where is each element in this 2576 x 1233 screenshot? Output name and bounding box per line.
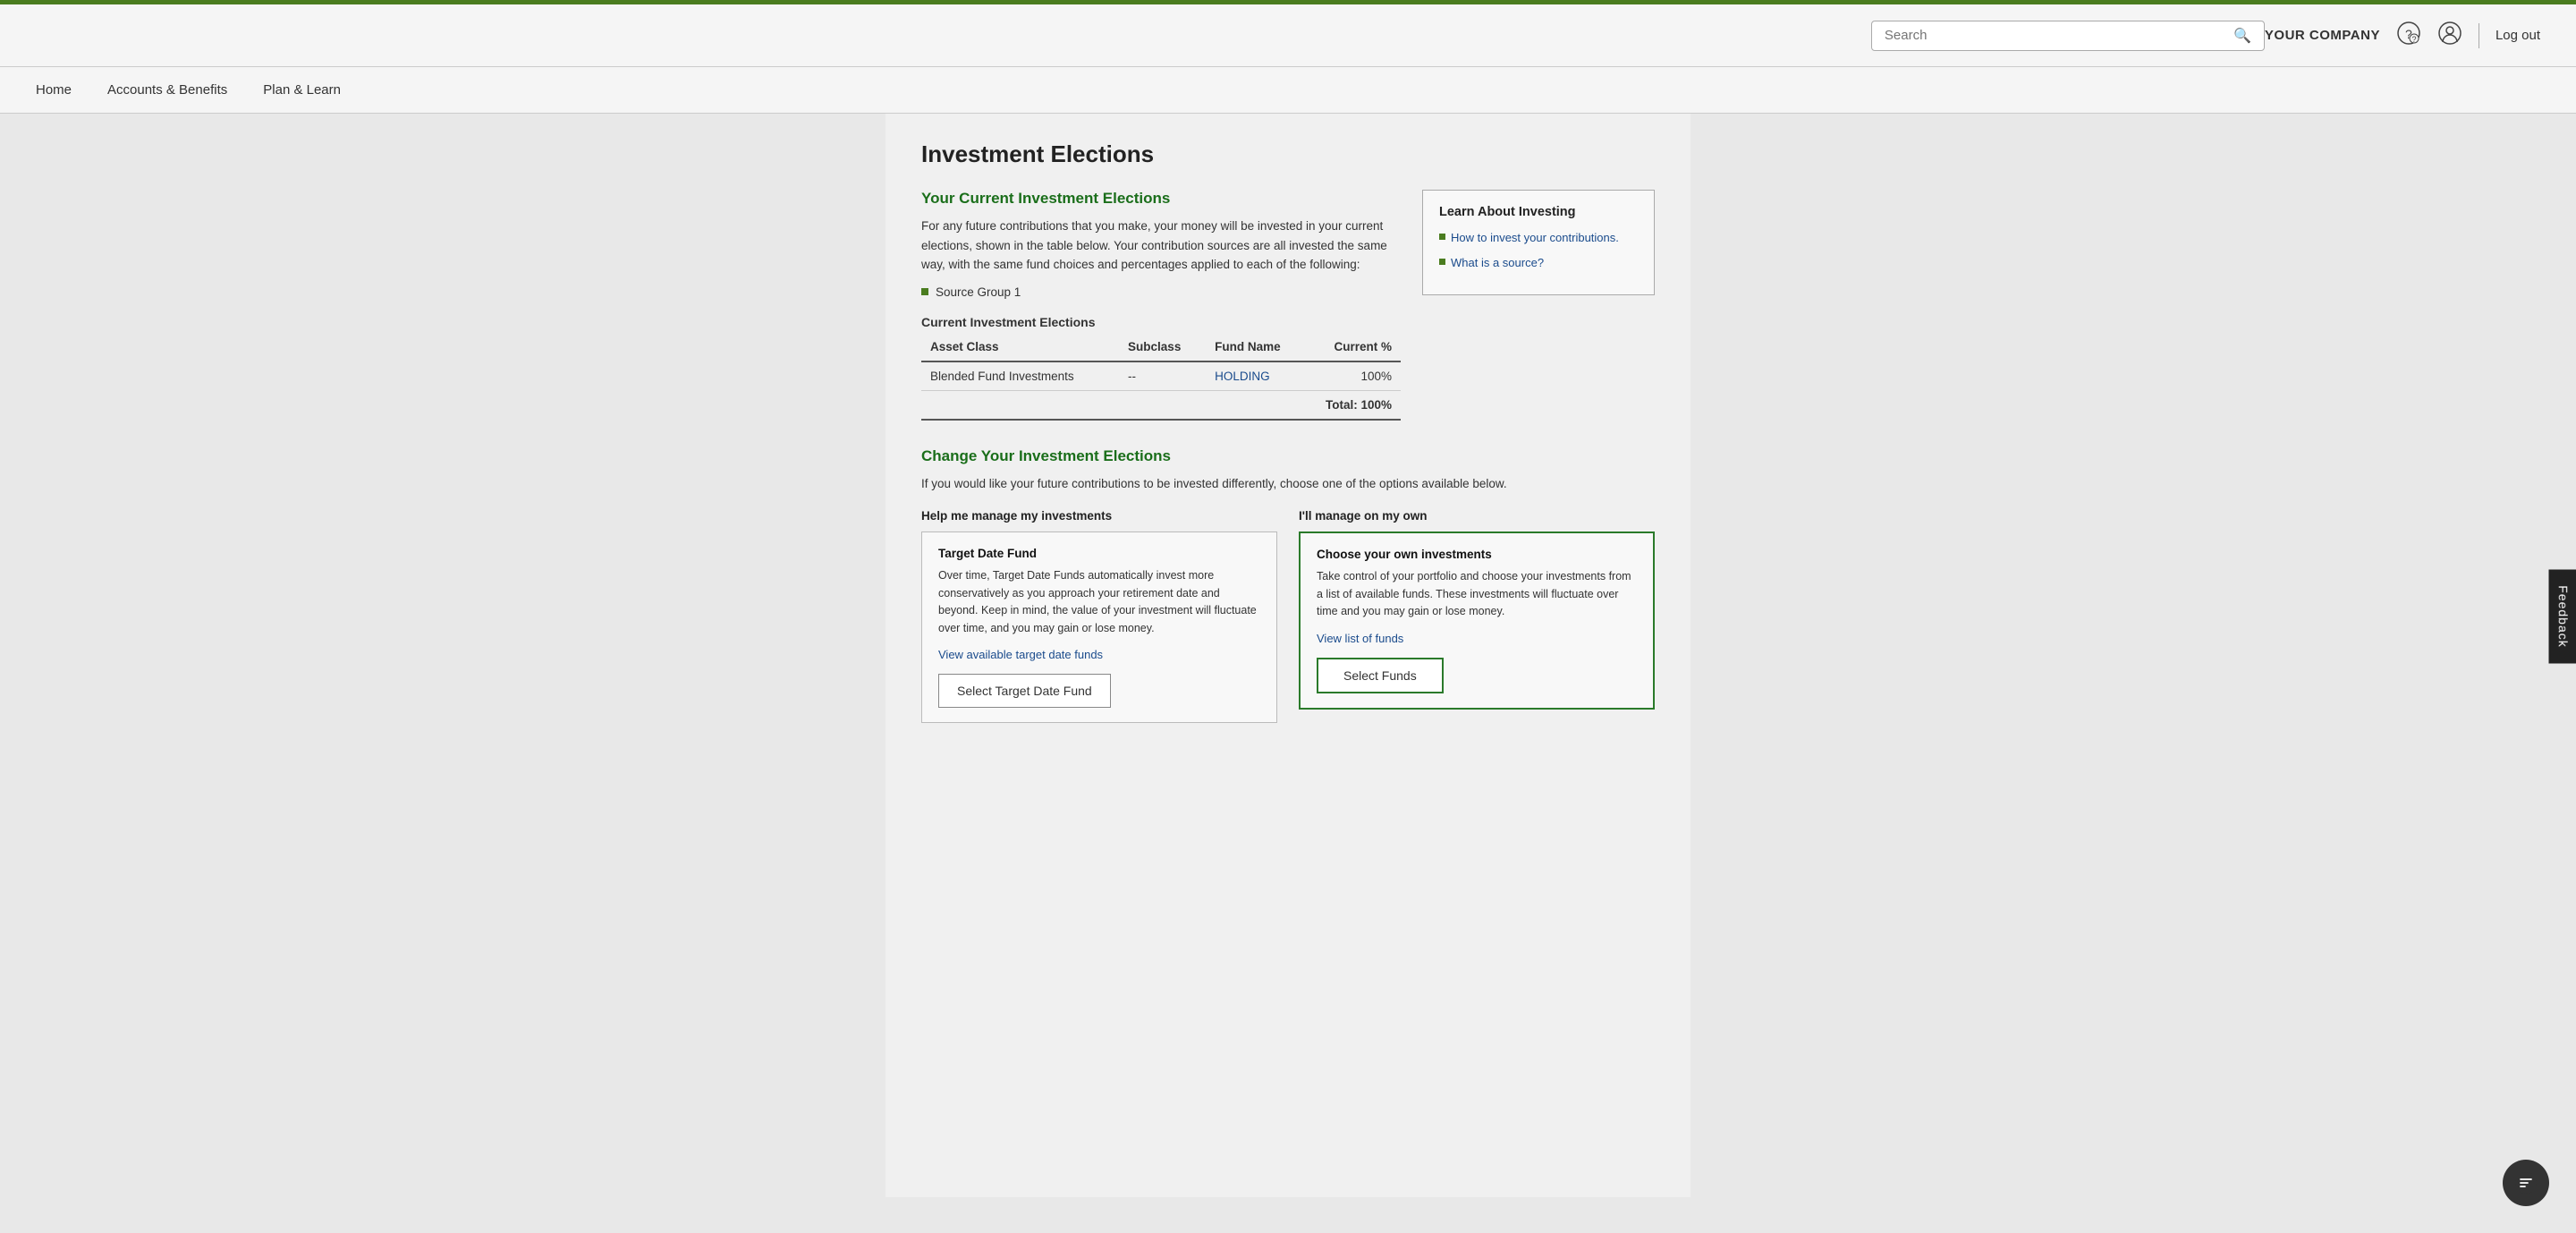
select-funds-button[interactable]: Select Funds xyxy=(1317,658,1444,693)
right-col: I'll manage on my own Choose your own in… xyxy=(1299,509,1655,723)
cell-current-pct: 100% xyxy=(1309,361,1401,391)
page-title: Investment Elections xyxy=(921,140,1655,168)
cell-asset-class: Blended Fund Investments xyxy=(921,361,1119,391)
sidebar-col: Learn About Investing How to invest your… xyxy=(1422,190,1655,295)
nav-bar: Home Accounts & Benefits Plan & Learn xyxy=(0,67,2576,114)
company-name: YOUR COMPANY xyxy=(2265,28,2380,43)
nav-plan-learn[interactable]: Plan & Learn xyxy=(263,79,341,101)
target-date-card: Target Date Fund Over time, Target Date … xyxy=(921,531,1277,723)
nav-accounts-benefits[interactable]: Accounts & Benefits xyxy=(107,79,227,101)
search-container: 🔍 xyxy=(1871,21,2265,51)
current-elections-heading: Your Current Investment Elections xyxy=(921,190,1401,208)
fund-link[interactable]: HOLDING xyxy=(1215,370,1270,383)
change-heading: Change Your Investment Elections xyxy=(921,447,1655,465)
sidebar-link-item-2: What is a source? xyxy=(1439,255,1638,271)
source-group: Source Group 1 xyxy=(921,285,1401,299)
change-section: Change Your Investment Elections If you … xyxy=(921,447,1655,723)
top-bar-right: YOUR COMPANY ? ? Log ou xyxy=(2265,21,2540,51)
total-row: Total: 100% xyxy=(921,390,1401,420)
target-date-description: Over time, Target Date Funds automatical… xyxy=(938,567,1260,637)
cards-row: Help me manage my investments Target Dat… xyxy=(921,509,1655,723)
current-elections-description: For any future contributions that you ma… xyxy=(921,217,1401,275)
sidebar-link-item-1: How to invest your contributions. xyxy=(1439,230,1638,246)
feedback-tab[interactable]: Feedback xyxy=(2548,569,2576,663)
col-fund-name: Fund Name xyxy=(1206,333,1308,361)
top-section-row: Your Current Investment Elections For an… xyxy=(921,190,1655,421)
search-input[interactable] xyxy=(1885,28,2228,43)
target-date-heading: Target Date Fund xyxy=(938,547,1260,560)
left-col: Help me manage my investments Target Dat… xyxy=(921,509,1277,723)
chat-bubble[interactable] xyxy=(2503,1160,2549,1206)
total-label: Total: 100% xyxy=(921,390,1401,420)
col-subclass: Subclass xyxy=(1119,333,1206,361)
sidebar-title: Learn About Investing xyxy=(1439,205,1638,219)
own-investments-card: Choose your own investments Take control… xyxy=(1299,531,1655,709)
main-wrapper: Investment Elections Your Current Invest… xyxy=(0,114,2576,1233)
top-bar: 🔍 YOUR COMPANY ? ? xyxy=(0,4,2576,67)
search-icon: 🔍 xyxy=(2233,27,2251,45)
investment-table: Asset Class Subclass Fund Name Current %… xyxy=(921,333,1401,421)
help-icon: ? ? xyxy=(2396,21,2421,51)
sidebar-bullet-1 xyxy=(1439,234,1445,240)
content-panel: Investment Elections Your Current Invest… xyxy=(886,114,1690,1197)
select-target-date-fund-button[interactable]: Select Target Date Fund xyxy=(938,674,1111,708)
source-bullet xyxy=(921,288,928,295)
right-col-label: I'll manage on my own xyxy=(1299,509,1655,523)
col-asset-class: Asset Class xyxy=(921,333,1119,361)
view-list-of-funds-link[interactable]: View list of funds xyxy=(1317,632,1637,645)
cell-subclass: -- xyxy=(1119,361,1206,391)
user-profile-button[interactable] xyxy=(2437,21,2462,51)
help-button[interactable]: ? ? xyxy=(2396,21,2421,51)
sidebar-link-2[interactable]: What is a source? xyxy=(1451,255,1544,271)
change-description: If you would like your future contributi… xyxy=(921,474,1655,494)
logout-button[interactable]: Log out xyxy=(2496,28,2540,43)
nav-home[interactable]: Home xyxy=(36,79,72,101)
view-target-date-funds-link[interactable]: View available target date funds xyxy=(938,648,1260,661)
current-elections-main: Your Current Investment Elections For an… xyxy=(921,190,1401,421)
sidebar-bullet-2 xyxy=(1439,259,1445,265)
own-investments-heading: Choose your own investments xyxy=(1317,548,1637,561)
sidebar-box: Learn About Investing How to invest your… xyxy=(1422,190,1655,295)
sidebar-link-1[interactable]: How to invest your contributions. xyxy=(1451,230,1619,246)
table-row: Blended Fund Investments -- HOLDING 100% xyxy=(921,361,1401,391)
own-investments-description: Take control of your portfolio and choos… xyxy=(1317,568,1637,620)
col-current-pct: Current % xyxy=(1309,333,1401,361)
svg-text:?: ? xyxy=(2411,35,2416,44)
table-title: Current Investment Elections xyxy=(921,315,1401,329)
source-group-label: Source Group 1 xyxy=(936,285,1021,299)
left-col-label: Help me manage my investments xyxy=(921,509,1277,523)
cell-fund-name: HOLDING xyxy=(1206,361,1308,391)
user-icon xyxy=(2437,21,2462,51)
